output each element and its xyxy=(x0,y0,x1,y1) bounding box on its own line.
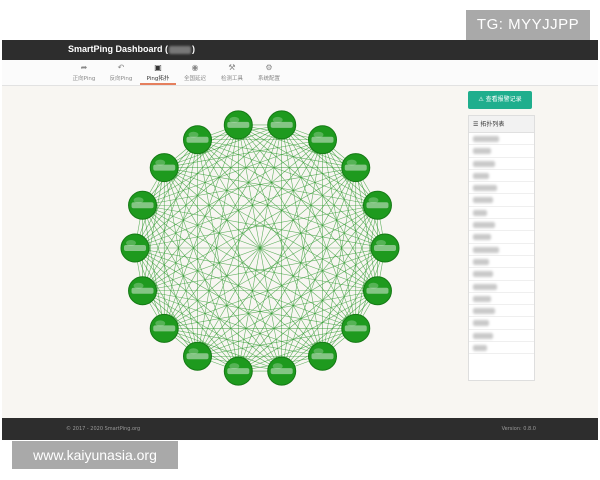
topology-list-item[interactable] xyxy=(469,133,534,146)
topology-node[interactable] xyxy=(120,233,150,263)
topology-link xyxy=(142,205,282,372)
topology-node[interactable] xyxy=(267,110,297,140)
topology-node[interactable] xyxy=(223,356,253,386)
redacted-node-label xyxy=(227,121,250,128)
topology-list-item[interactable] xyxy=(469,330,534,343)
topology-list-header: ☰ 拓扑列表 xyxy=(469,116,534,133)
redacted-node-name xyxy=(473,283,497,290)
topology-node[interactable] xyxy=(223,110,253,140)
topology-list-item[interactable] xyxy=(469,145,534,158)
topology-list-item[interactable] xyxy=(469,158,534,170)
redacted-node-label xyxy=(344,325,367,332)
topology-list-panel: ☰ 拓扑列表 xyxy=(468,115,535,381)
topology-list-item[interactable] xyxy=(469,268,534,281)
redacted-node-label xyxy=(227,368,250,375)
footer: © 2017 - 2020 SmartPing.org Version: 0.8… xyxy=(2,418,598,440)
topology-list-item[interactable] xyxy=(469,194,534,207)
redacted-node-name xyxy=(473,345,487,352)
topology-list-item[interactable] xyxy=(469,281,534,293)
page: SmartPing Dashboard () ➦ 正向Ping ↶ 反向Ping… xyxy=(0,0,600,480)
redacted-node-label xyxy=(131,202,154,209)
redacted-node-name xyxy=(473,271,493,278)
topology-link xyxy=(163,167,239,372)
topology-node[interactable] xyxy=(362,190,392,220)
warning-icon: ⚠ xyxy=(478,96,484,103)
list-icon: ☰ xyxy=(473,121,479,128)
topology-node[interactable] xyxy=(362,276,392,306)
topology-node[interactable] xyxy=(308,341,337,371)
redacted-node-label xyxy=(366,287,389,294)
topology-node[interactable] xyxy=(183,341,212,371)
redacted-node-name xyxy=(473,332,493,339)
topology-list-item[interactable] xyxy=(469,342,534,355)
watermark-top: TG: MYYJJPP xyxy=(466,10,590,40)
footer-copyright: © 2017 - 2020 SmartPing.org xyxy=(66,426,141,432)
redacted-node-name xyxy=(473,209,487,216)
redacted-node-label xyxy=(186,136,209,143)
topology-list-item[interactable] xyxy=(469,170,534,183)
redacted-node-name xyxy=(473,258,489,265)
redacted-node-label xyxy=(270,121,293,128)
topology-list-item[interactable] xyxy=(469,256,534,269)
redacted-node-name xyxy=(473,160,495,167)
topology-node[interactable] xyxy=(341,313,371,343)
redacted-node-label xyxy=(153,164,176,171)
redacted-node-label xyxy=(153,325,176,332)
watermark-bottom: www.kaiyunasia.org xyxy=(12,441,178,469)
topology-list-item[interactable] xyxy=(469,293,534,306)
redacted-node-name xyxy=(473,136,499,142)
redacted-node-name xyxy=(473,320,489,327)
redacted-node-name xyxy=(473,148,491,155)
redacted-node-name xyxy=(473,246,499,253)
redacted-node-label xyxy=(344,164,367,171)
topology-list-item[interactable] xyxy=(469,244,534,256)
topology-node[interactable] xyxy=(149,313,179,343)
topology-node[interactable] xyxy=(341,153,371,183)
topology-node[interactable] xyxy=(183,125,212,155)
topology-node[interactable] xyxy=(308,125,337,155)
redacted-node-label xyxy=(186,353,209,360)
redacted-node-name xyxy=(473,295,491,302)
redacted-node-name xyxy=(473,185,497,192)
redacted-node-name xyxy=(473,234,491,241)
topology-node[interactable] xyxy=(128,190,158,220)
topology-list-item[interactable] xyxy=(469,182,534,195)
redacted-node-label xyxy=(366,202,389,209)
topology-list-title: 拓扑列表 xyxy=(480,121,505,128)
redacted-node-label xyxy=(270,368,293,375)
topology-node[interactable] xyxy=(128,276,158,306)
redacted-node-label xyxy=(131,287,154,294)
topology-node[interactable] xyxy=(149,153,179,183)
redacted-node-label xyxy=(124,245,146,251)
redacted-node-label xyxy=(311,136,334,143)
topology-list-item[interactable] xyxy=(469,305,534,318)
topology-node[interactable] xyxy=(370,233,400,263)
redacted-node-name xyxy=(473,308,495,315)
topology-list-item[interactable] xyxy=(469,317,534,330)
footer-version: Version: 0.8.0 xyxy=(501,426,536,432)
topology-list-item[interactable] xyxy=(469,231,534,244)
topology-node[interactable] xyxy=(267,356,297,386)
redacted-node-label xyxy=(374,245,396,251)
alarm-button-label: 查看报警记录 xyxy=(485,96,522,103)
redacted-node-name xyxy=(473,172,489,179)
view-alarm-records-button[interactable]: ⚠ 查看报警记录 xyxy=(468,91,532,109)
topology-list-item[interactable] xyxy=(469,207,534,220)
redacted-node-name xyxy=(473,197,493,204)
topology-list-item[interactable] xyxy=(469,219,534,232)
topology-list-rows xyxy=(469,133,534,355)
redacted-node-label xyxy=(311,353,334,360)
redacted-node-name xyxy=(473,222,495,229)
